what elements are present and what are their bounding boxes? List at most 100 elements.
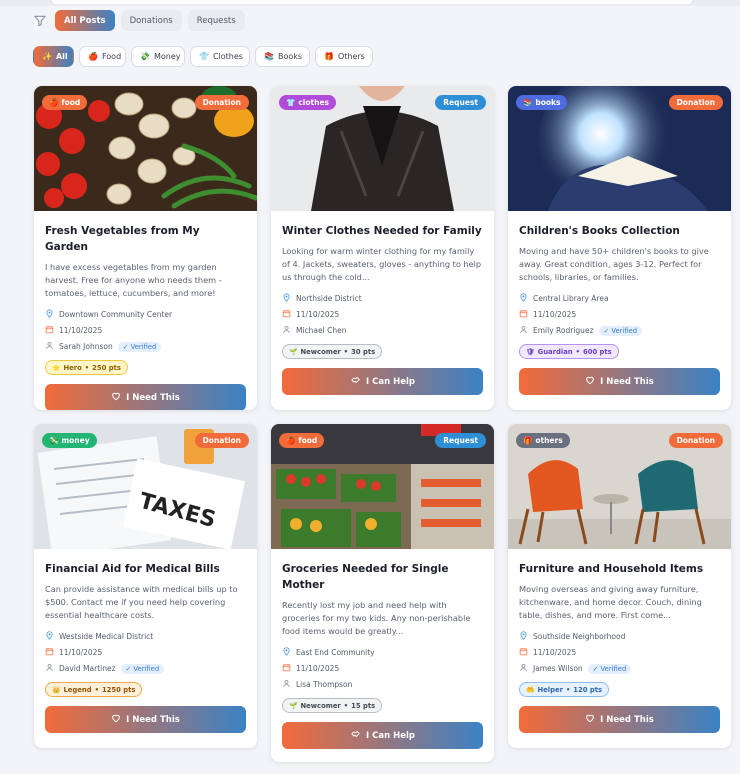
post-type-filter: All Posts Donations Requests xyxy=(33,10,245,31)
author-name: Emily Rodriguez xyxy=(533,326,594,335)
category-chip-books[interactable]: 📚 Books xyxy=(255,46,310,67)
location-pin-icon xyxy=(282,647,291,658)
sparkles-icon: ✨ xyxy=(42,52,52,61)
tab-requests[interactable]: Requests xyxy=(187,10,245,31)
category-chip-others[interactable]: 🎁 Others xyxy=(315,46,373,67)
category-chip-food[interactable]: 🍎 Food xyxy=(79,46,126,67)
location-pin-icon xyxy=(519,631,528,642)
calendar-icon xyxy=(45,325,54,336)
user-icon xyxy=(282,679,291,690)
post-card[interactable]: 🍎 food Donation Fresh Vegetables from My Ga… xyxy=(34,86,257,410)
post-title: Furniture and Household Items xyxy=(519,563,704,575)
verified-badge: ✓ Verified xyxy=(120,663,165,674)
shirt-icon: 👕 xyxy=(199,52,209,61)
level-separator: • xyxy=(343,701,349,710)
category-badge-label: money xyxy=(61,436,90,445)
i-can-help-button[interactable]: I Can Help xyxy=(282,722,483,749)
heart-icon xyxy=(111,391,121,404)
post-image: 🎁 others Donation xyxy=(508,424,731,549)
tab-donations[interactable]: Donations xyxy=(120,10,182,31)
post-date: 11/10/2025 xyxy=(45,645,246,660)
post-date: 11/10/2025 xyxy=(282,661,483,676)
calendar-icon xyxy=(282,309,291,320)
date-text: 11/10/2025 xyxy=(533,310,577,319)
i-need-this-button[interactable]: I Need This xyxy=(519,368,720,395)
category-chip-label: Others xyxy=(337,52,365,61)
post-type-badge: Request xyxy=(435,95,486,110)
books-icon: 📚 xyxy=(523,98,533,107)
category-chip-money[interactable]: 💸 Money xyxy=(131,46,185,67)
filter-icon xyxy=(34,15,46,26)
user-icon xyxy=(45,341,54,352)
category-chip-label: All xyxy=(55,52,68,61)
post-type-badge: Donation xyxy=(668,433,723,448)
post-card[interactable]: 🎁 others Donation Furniture and Household I… xyxy=(508,424,731,748)
post-author: Sarah Johnson ✓ Verified xyxy=(45,339,246,354)
author-name: James Wilson xyxy=(533,664,583,673)
verified-badge: ✓ Verified xyxy=(587,663,632,674)
level-icon: 🛡 xyxy=(526,347,535,356)
user-icon xyxy=(282,325,291,336)
category-badge: 🍎 food xyxy=(279,433,325,448)
post-author: James Wilson ✓ Verified xyxy=(519,661,720,676)
author-name: Sarah Johnson xyxy=(59,342,113,351)
post-description: Looking for warm winter clothing for my … xyxy=(282,246,482,282)
level-icon: 👑 xyxy=(52,685,61,694)
location-text: East End Community xyxy=(296,648,375,657)
category-chip-all[interactable]: ✨ All xyxy=(33,46,74,67)
calendar-icon xyxy=(45,647,54,658)
author-name: Michael Chen xyxy=(296,326,347,335)
calendar-icon xyxy=(519,647,528,658)
post-card[interactable]: 🍎 food Request Groceries Needed for Single … xyxy=(271,424,494,762)
date-text: 11/10/2025 xyxy=(533,648,577,657)
post-body: Financial Aid for Medical Bills Can provi… xyxy=(34,549,257,744)
level-name: Helper xyxy=(537,685,563,694)
level-separator: • xyxy=(575,347,580,356)
top-panel-edge xyxy=(0,0,740,6)
category-badge: 🎁 others xyxy=(516,433,570,448)
post-card[interactable]: TAXES 💸 money Donation Financial Aid for Med… xyxy=(34,424,257,748)
author-name: Lisa Thompson xyxy=(296,680,353,689)
level-points: 30 pts xyxy=(351,347,376,356)
post-author: Emily Rodriguez ✓ Verified xyxy=(519,323,720,338)
category-chip-clothes[interactable]: 👕 Clothes xyxy=(190,46,250,67)
gift-icon: 🎁 xyxy=(324,52,334,61)
category-filter: ✨ All 🍎 Food 💸 Money 👕 Clothes 📚 Books 🎁 Others xyxy=(33,46,373,67)
post-description: Recently lost my job and need help with … xyxy=(282,600,471,636)
location-text: Central Library Area xyxy=(533,294,609,303)
i-can-help-button[interactable]: I Can Help xyxy=(282,368,483,395)
food-icon: 🍎 xyxy=(88,52,98,61)
category-badge: 🍎 food xyxy=(42,95,88,110)
handshake-icon xyxy=(350,729,361,742)
post-card[interactable]: 👕 clothes Request Winter Clothes Needed for… xyxy=(271,86,494,410)
author-name: David Martinez xyxy=(59,664,116,673)
top-panel xyxy=(52,0,692,4)
button-label: I Need This xyxy=(600,714,654,725)
level-points: 600 pts xyxy=(582,347,612,356)
i-need-this-button[interactable]: I Need This xyxy=(519,706,720,733)
post-date: 11/10/2025 xyxy=(519,307,720,322)
level-points: 1250 pts xyxy=(101,685,136,694)
user-icon xyxy=(519,325,528,336)
date-text: 11/10/2025 xyxy=(296,664,340,673)
others-icon: 🎁 xyxy=(523,436,533,445)
post-author: David Martinez ✓ Verified xyxy=(45,661,246,676)
books-icon: 📚 xyxy=(264,52,274,61)
user-icon xyxy=(519,663,528,674)
post-date: 11/10/2025 xyxy=(282,307,483,322)
post-type-badge: Donation xyxy=(194,95,249,110)
i-need-this-button[interactable]: I Need This xyxy=(45,706,246,733)
tab-all-posts[interactable]: All Posts xyxy=(55,10,115,31)
post-card[interactable]: 📚 books Donation Children's Books Collectio… xyxy=(508,86,731,410)
user-level-badge: ⭐ Hero • 250 pts xyxy=(45,360,128,375)
post-description: Moving and have 50+ children's books to … xyxy=(519,246,709,282)
location-text: Southside Neighborhood xyxy=(533,632,626,641)
post-location: East End Community xyxy=(282,645,483,660)
user-level-badge: 🌱 Newcomer • 15 pts xyxy=(282,698,383,713)
category-badge: 💸 money xyxy=(42,433,97,448)
button-label: I Can Help xyxy=(366,376,415,387)
category-badge-label: food xyxy=(298,436,318,445)
level-separator: • xyxy=(565,685,571,694)
i-need-this-button[interactable]: I Need This xyxy=(45,384,246,410)
location-text: Northside District xyxy=(296,294,362,303)
